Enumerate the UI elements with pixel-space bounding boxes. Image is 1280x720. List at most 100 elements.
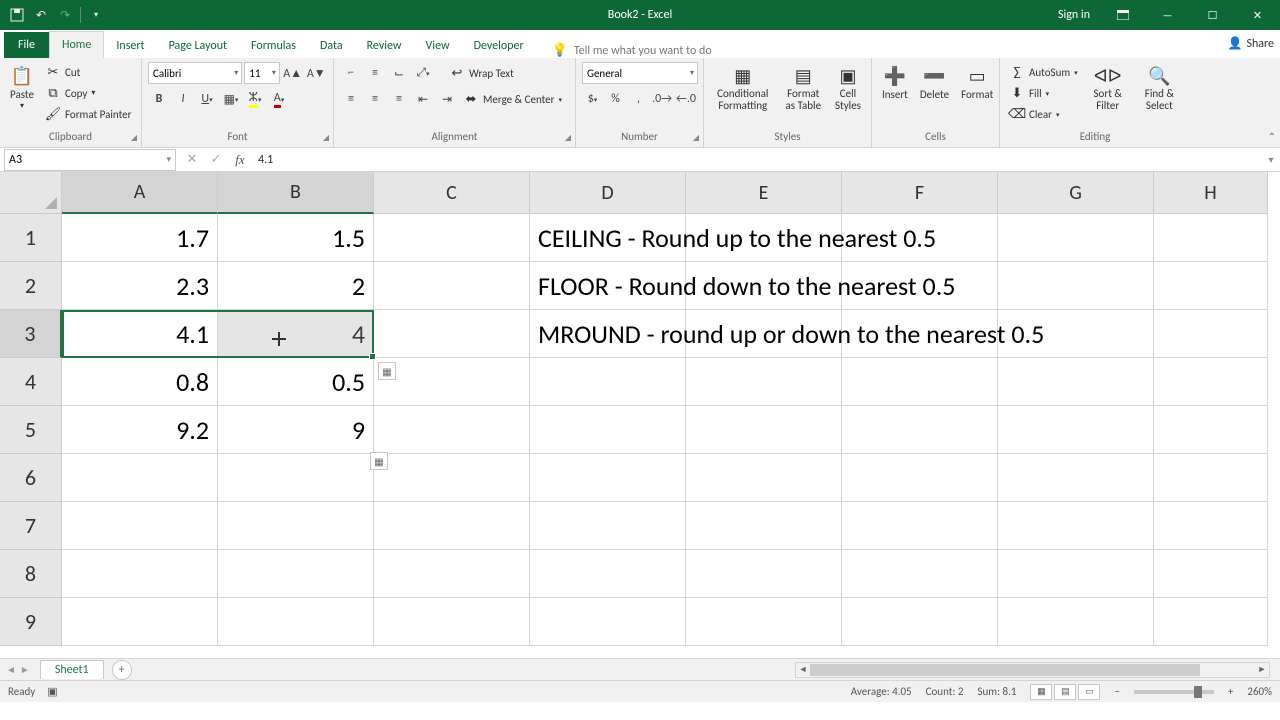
cell-E8[interactable]: [686, 550, 842, 598]
align-left-button[interactable]: ≡: [340, 88, 362, 110]
tell-me-search[interactable]: 💡Tell me what you want to do: [542, 43, 722, 58]
cell-B9[interactable]: [218, 598, 374, 646]
save-icon[interactable]: [8, 6, 26, 24]
cell-C1[interactable]: [374, 214, 530, 262]
find-select-button[interactable]: 🔍Find & Select: [1135, 62, 1184, 114]
bold-button[interactable]: B: [148, 88, 170, 110]
cell-C2[interactable]: [374, 262, 530, 310]
zoom-out-button[interactable]: −: [1114, 685, 1119, 698]
redo-icon[interactable]: ↷: [56, 6, 74, 24]
add-sheet-button[interactable]: +: [112, 660, 132, 680]
cell-D1[interactable]: CEILING - Round up to the nearest 0.5: [530, 214, 686, 262]
column-header-H[interactable]: H: [1154, 172, 1268, 214]
tab-file[interactable]: File: [4, 32, 49, 58]
scroll-right-icon[interactable]: ►: [1255, 663, 1269, 677]
column-headers[interactable]: ABCDEFGH: [62, 172, 1268, 214]
cell-E6[interactable]: [686, 454, 842, 502]
delete-cells-button[interactable]: ➖Delete: [916, 62, 953, 103]
tab-view[interactable]: View: [414, 33, 462, 58]
cell-A3[interactable]: 4.1: [62, 310, 218, 358]
cut-button[interactable]: ✂Cut: [42, 62, 134, 82]
insert-cells-button[interactable]: ➕Insert: [878, 62, 912, 103]
autofill-options-icon[interactable]: ▦: [378, 362, 396, 380]
cell-D9[interactable]: [530, 598, 686, 646]
align-middle-button[interactable]: ≡: [364, 62, 386, 84]
cell-D7[interactable]: [530, 502, 686, 550]
cell-B5[interactable]: 9: [218, 406, 374, 454]
column-header-F[interactable]: F: [842, 172, 998, 214]
cell-F6[interactable]: [842, 454, 998, 502]
column-header-D[interactable]: D: [530, 172, 686, 214]
spreadsheet-grid[interactable]: ABCDEFGH 123456789 1.71.5CEILING - Round…: [0, 172, 1280, 658]
normal-view-button[interactable]: ▦: [1030, 684, 1052, 700]
select-all-corner[interactable]: [0, 172, 62, 214]
cell-C7[interactable]: [374, 502, 530, 550]
cell-G8[interactable]: [998, 550, 1154, 598]
collapse-ribbon-icon[interactable]: ⌃: [1268, 130, 1276, 143]
cell-D2[interactable]: FLOOR - Round down to the nearest 0.5: [530, 262, 686, 310]
cell-C8[interactable]: [374, 550, 530, 598]
cell-A4[interactable]: 0.8: [62, 358, 218, 406]
tab-developer[interactable]: Developer: [462, 33, 536, 58]
macro-record-icon[interactable]: ▣: [47, 685, 57, 698]
fill-color-button[interactable]: ⵣ▾: [244, 88, 266, 110]
row-header-4[interactable]: 4: [0, 358, 62, 406]
cell-G1[interactable]: [998, 214, 1154, 262]
cell-A5[interactable]: 9.2: [62, 406, 218, 454]
cells-area[interactable]: 1.71.5CEILING - Round up to the nearest …: [62, 214, 1268, 646]
decrease-decimal-button[interactable]: ←.0: [675, 88, 697, 110]
cell-H4[interactable]: [1154, 358, 1268, 406]
cell-B3[interactable]: 4: [218, 310, 374, 358]
cell-F7[interactable]: [842, 502, 998, 550]
font-size-combo[interactable]: 11: [244, 62, 280, 84]
row-headers[interactable]: 123456789: [0, 214, 62, 646]
tab-page-layout[interactable]: Page Layout: [157, 33, 239, 58]
tab-formulas[interactable]: Formulas: [239, 33, 308, 58]
name-box[interactable]: A3: [4, 149, 176, 171]
sheet-nav[interactable]: ◄►: [0, 663, 36, 676]
scroll-thumb[interactable]: [810, 664, 1200, 676]
maximize-icon[interactable]: ☐: [1190, 0, 1235, 30]
cell-F5[interactable]: [842, 406, 998, 454]
column-header-E[interactable]: E: [686, 172, 842, 214]
conditional-formatting-button[interactable]: ▦Conditional Formatting: [710, 62, 776, 114]
tab-data[interactable]: Data: [308, 33, 355, 58]
cell-G2[interactable]: [998, 262, 1154, 310]
cell-F4[interactable]: [842, 358, 998, 406]
format-painter-button[interactable]: 🖌Format Painter: [42, 104, 134, 124]
cell-H9[interactable]: [1154, 598, 1268, 646]
row-header-9[interactable]: 9: [0, 598, 62, 646]
cell-D8[interactable]: [530, 550, 686, 598]
page-layout-view-button[interactable]: ▤: [1054, 684, 1076, 700]
cell-H1[interactable]: [1154, 214, 1268, 262]
cell-A8[interactable]: [62, 550, 218, 598]
cell-G5[interactable]: [998, 406, 1154, 454]
cell-G6[interactable]: [998, 454, 1154, 502]
zoom-slider[interactable]: [1134, 690, 1214, 694]
increase-decimal-button[interactable]: .0→: [651, 88, 673, 110]
column-header-A[interactable]: A: [62, 172, 218, 214]
format-table-button[interactable]: ▤Format as Table: [780, 62, 827, 114]
tab-insert[interactable]: Insert: [104, 33, 156, 58]
row-header-5[interactable]: 5: [0, 406, 62, 454]
align-center-button[interactable]: ≡: [364, 88, 386, 110]
cell-G4[interactable]: [998, 358, 1154, 406]
zoom-knob[interactable]: [1194, 686, 1202, 698]
increase-indent-button[interactable]: ⇥: [436, 88, 458, 110]
cell-A1[interactable]: 1.7: [62, 214, 218, 262]
cell-A6[interactable]: [62, 454, 218, 502]
launcher-icon[interactable]: ◢: [323, 133, 329, 143]
undo-icon[interactable]: ↶: [32, 6, 50, 24]
sheet-tab-sheet1[interactable]: Sheet1: [40, 660, 104, 679]
cell-D4[interactable]: [530, 358, 686, 406]
zoom-level[interactable]: 260%: [1247, 685, 1272, 698]
row-header-8[interactable]: 8: [0, 550, 62, 598]
grow-font-button[interactable]: A▲: [282, 62, 304, 84]
font-name-combo[interactable]: Calibri: [148, 62, 242, 84]
cell-B6[interactable]: [218, 454, 374, 502]
cell-E9[interactable]: [686, 598, 842, 646]
number-format-combo[interactable]: General: [582, 62, 698, 84]
tab-review[interactable]: Review: [355, 33, 414, 58]
shrink-font-button[interactable]: A▼: [305, 62, 327, 84]
cell-B7[interactable]: [218, 502, 374, 550]
